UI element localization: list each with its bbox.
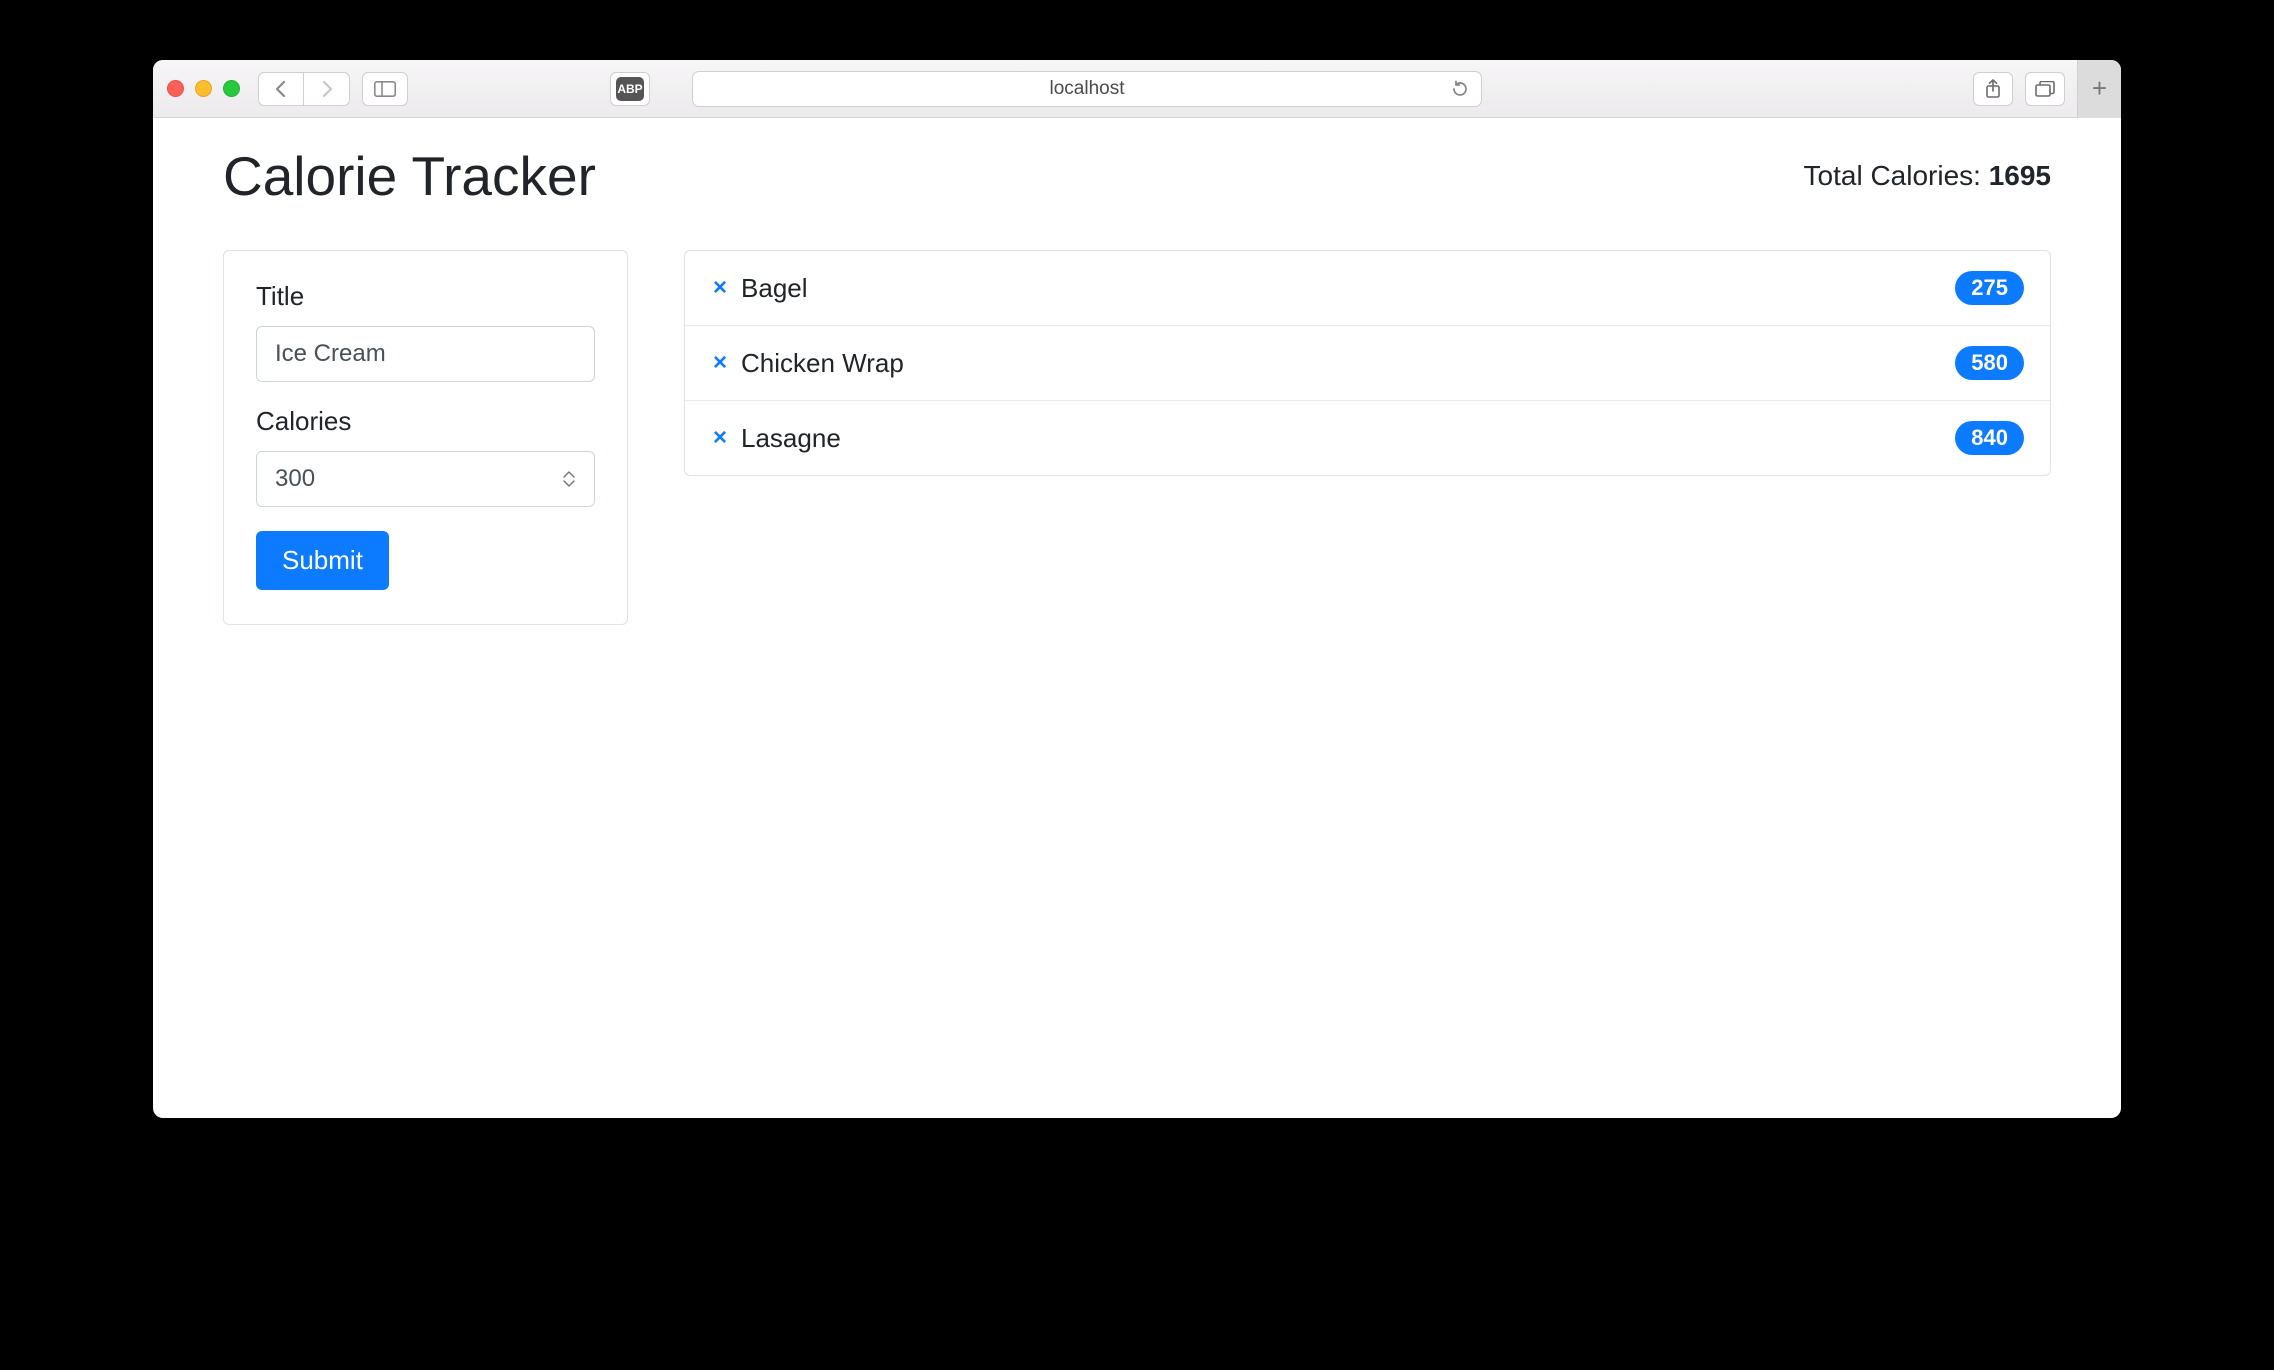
- address-text: localhost: [1050, 78, 1125, 100]
- item-name: Chicken Wrap: [741, 348, 904, 379]
- total-calories: Total Calories: 1695: [1804, 160, 2051, 192]
- minimize-window-icon[interactable]: [195, 80, 212, 97]
- number-stepper[interactable]: [563, 471, 585, 487]
- calories-label: Calories: [256, 406, 595, 437]
- reload-button[interactable]: [1451, 80, 1469, 98]
- add-item-form: Title Calories Submit: [223, 250, 628, 625]
- new-tab-button[interactable]: +: [2077, 60, 2121, 118]
- list-item: × Chicken Wrap 580: [685, 326, 2050, 401]
- chevron-right-icon: [321, 81, 333, 97]
- forward-button[interactable]: [304, 72, 350, 106]
- item-name: Bagel: [741, 273, 808, 304]
- chevron-left-icon: [275, 81, 287, 97]
- abp-icon: ABP: [616, 77, 644, 101]
- plus-icon: +: [2092, 73, 2107, 104]
- safari-window: ABP localhost +: [153, 60, 2121, 1118]
- back-button[interactable]: [258, 72, 304, 106]
- chevron-up-icon: [563, 471, 575, 479]
- delete-item-button[interactable]: ×: [711, 274, 729, 302]
- delete-item-button[interactable]: ×: [711, 349, 729, 377]
- zoom-window-icon[interactable]: [223, 80, 240, 97]
- calorie-badge: 840: [1955, 421, 2024, 455]
- title-label: Title: [256, 281, 595, 312]
- list-item: × Bagel 275: [685, 251, 2050, 326]
- address-bar[interactable]: localhost: [692, 71, 1482, 107]
- delete-item-button[interactable]: ×: [711, 424, 729, 452]
- share-icon: [1985, 79, 2001, 99]
- list-item: × Lasagne 840: [685, 401, 2050, 475]
- total-value: 1695: [1989, 160, 2051, 191]
- sidebar-button[interactable]: [362, 72, 408, 106]
- header-row: Calorie Tracker Total Calories: 1695: [223, 144, 2051, 208]
- page-title: Calorie Tracker: [223, 144, 596, 208]
- titlebar: ABP localhost +: [153, 60, 2121, 118]
- share-button[interactable]: [1973, 72, 2013, 106]
- chevron-down-icon: [563, 479, 575, 487]
- tabs-button[interactable]: [2025, 72, 2065, 106]
- reload-icon: [1451, 80, 1469, 98]
- nav-buttons: [258, 72, 350, 106]
- item-name: Lasagne: [741, 423, 841, 454]
- calorie-badge: 580: [1955, 346, 2024, 380]
- items-list: × Bagel 275 × Chicken Wrap 580 × Lasagne: [684, 250, 2051, 476]
- close-window-icon[interactable]: [167, 80, 184, 97]
- tabs-icon: [2035, 81, 2055, 97]
- calories-input[interactable]: [256, 451, 595, 507]
- page-content: Calorie Tracker Total Calories: 1695 Tit…: [153, 118, 2121, 1118]
- sidebar-icon: [374, 81, 396, 97]
- abp-extension-button[interactable]: ABP: [610, 72, 650, 106]
- total-label: Total Calories:: [1804, 160, 1989, 191]
- calorie-badge: 275: [1955, 271, 2024, 305]
- submit-button[interactable]: Submit: [256, 531, 389, 590]
- title-input[interactable]: [256, 326, 595, 382]
- window-controls: [167, 80, 240, 97]
